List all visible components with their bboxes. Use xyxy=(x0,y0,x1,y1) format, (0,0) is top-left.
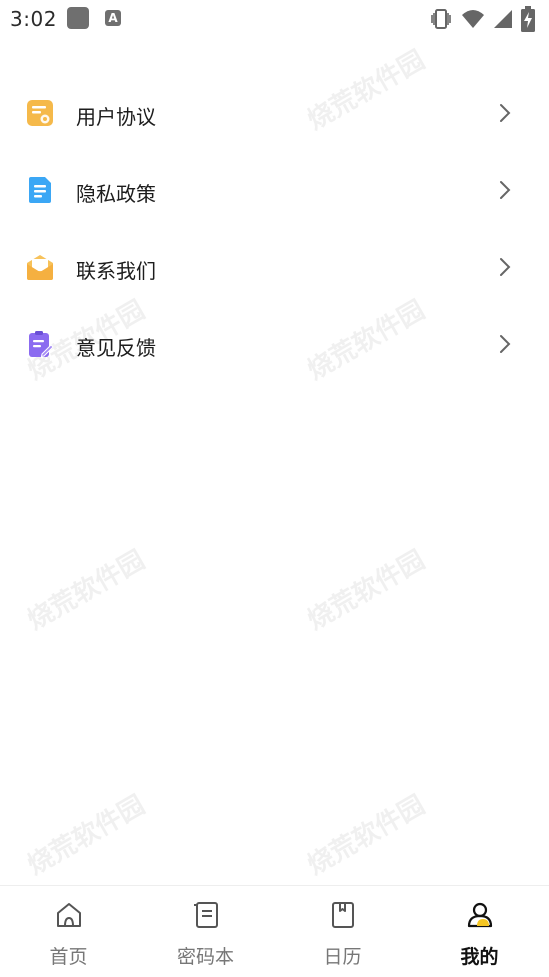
chevron-right-icon xyxy=(500,335,511,353)
mail-icon xyxy=(27,255,53,280)
tab-label: 密码本 xyxy=(176,946,234,968)
chevron-right-icon xyxy=(500,258,511,276)
document-icon xyxy=(27,100,53,126)
tab-home[interactable]: 首页 xyxy=(0,886,137,977)
watermark: 烧荒软件园 xyxy=(302,790,431,882)
wifi-icon xyxy=(462,10,484,28)
menu-item-label: 联系我们 xyxy=(76,259,156,283)
notification-a-icon: A xyxy=(105,10,121,26)
tab-label: 日历 xyxy=(323,946,362,968)
tab-calendar[interactable]: 日历 xyxy=(274,886,411,977)
tab-label: 首页 xyxy=(49,946,88,968)
status-icons xyxy=(429,6,535,32)
watermark: 烧荒软件园 xyxy=(302,545,431,637)
tab-mine[interactable]: 我的 xyxy=(411,886,548,977)
user-icon xyxy=(467,902,493,928)
menu-item-privacy-policy[interactable]: 隐私政策 xyxy=(0,152,549,229)
watermark: 烧荒软件园 xyxy=(22,545,151,637)
menu-item-label: 用户协议 xyxy=(76,105,156,129)
chevron-right-icon xyxy=(500,104,511,122)
settings-menu: 用户协议 隐私政策 联系我们 意见反馈 xyxy=(0,75,549,383)
menu-item-user-agreement[interactable]: 用户协议 xyxy=(0,75,549,152)
signal-icon xyxy=(494,10,512,28)
chevron-right-icon xyxy=(500,181,511,199)
status-time: 3:02 xyxy=(10,7,57,31)
notification-app-icon xyxy=(67,7,89,29)
notebook-icon xyxy=(194,902,218,928)
status-bar: 3:02 A xyxy=(0,0,549,38)
menu-item-feedback[interactable]: 意见反馈 xyxy=(0,306,549,383)
file-icon xyxy=(29,177,51,203)
menu-item-label: 意见反馈 xyxy=(76,336,156,360)
tab-label: 我的 xyxy=(460,946,499,968)
menu-item-label: 隐私政策 xyxy=(76,182,156,206)
tab-password-book[interactable]: 密码本 xyxy=(137,886,274,977)
vibrate-icon xyxy=(431,9,451,29)
clipboard-edit-icon xyxy=(29,331,54,358)
home-icon xyxy=(57,903,81,927)
watermark: 烧荒软件园 xyxy=(22,790,151,882)
bottom-tab-bar: 首页 密码本 日历 我的 xyxy=(0,885,549,977)
calendar-icon xyxy=(332,902,354,928)
battery-charging-icon xyxy=(521,6,535,32)
menu-item-contact-us[interactable]: 联系我们 xyxy=(0,229,549,306)
